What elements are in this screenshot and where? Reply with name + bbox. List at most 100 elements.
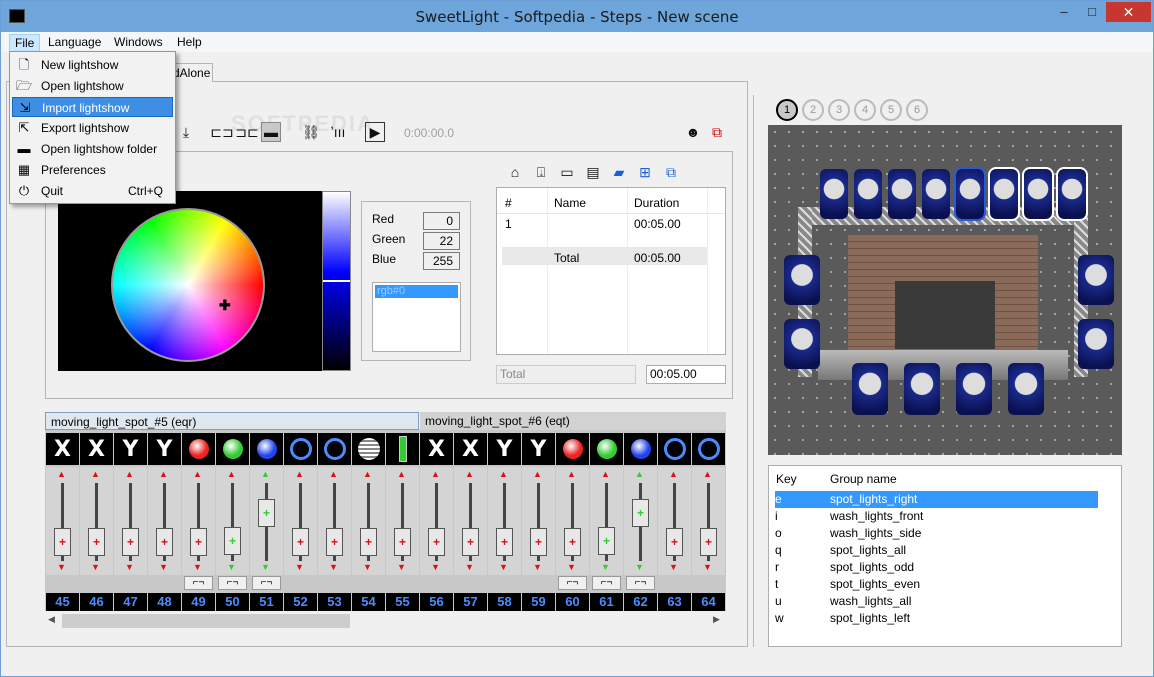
menu-item-export-lightshow[interactable]: ⇱ Export lightshow bbox=[12, 118, 173, 138]
fader-up-icon[interactable]: ▲ bbox=[91, 469, 100, 479]
ring-icon[interactable] bbox=[284, 433, 317, 465]
fader-up-icon[interactable]: ▲ bbox=[261, 469, 270, 479]
menu-item-preferences[interactable]: ▦ Preferences bbox=[12, 160, 173, 180]
fader-down-icon[interactable]: ▼ bbox=[193, 562, 202, 572]
channel-fader[interactable]: ▲ + ▼ bbox=[148, 467, 181, 575]
h-scrollbar[interactable]: ◀ ▶ bbox=[45, 612, 726, 630]
axis-y-icon[interactable]: Y bbox=[488, 433, 521, 465]
minimize-button[interactable]: – bbox=[1050, 2, 1078, 22]
stop-square-icon[interactable]: ▬ bbox=[261, 122, 281, 142]
wash-light-fixture[interactable] bbox=[1078, 255, 1114, 305]
channel-fader[interactable]: ▲ + ▼ bbox=[318, 467, 351, 575]
stage-1-button[interactable]: 1 bbox=[776, 99, 798, 121]
moving-light-spot-fixture[interactable] bbox=[922, 169, 950, 219]
fader-up-icon[interactable]: ▲ bbox=[125, 469, 134, 479]
menu-item-open-lightshow-folder[interactable]: ▬ Open lightshow folder bbox=[12, 139, 173, 159]
fader-handle[interactable]: + bbox=[394, 528, 411, 556]
axis-x-icon[interactable]: X bbox=[46, 433, 79, 465]
fade-curve-icon[interactable]: ⌐¬ bbox=[626, 576, 655, 590]
channel-group-header-6[interactable]: moving_light_spot_#6 (eqt) bbox=[420, 412, 726, 430]
group-row[interactable]: i wash_lights_front bbox=[775, 508, 1098, 525]
fader-handle[interactable]: + bbox=[54, 528, 71, 556]
fader-up-icon[interactable]: ▲ bbox=[397, 469, 406, 479]
menu-item-new-lightshow[interactable]: 🗋 New lightshow bbox=[12, 55, 173, 75]
fader-handle[interactable]: + bbox=[122, 528, 139, 556]
step-num[interactable]: 1 bbox=[505, 217, 512, 231]
fader-up-icon[interactable]: ▲ bbox=[193, 469, 202, 479]
fader-handle[interactable]: + bbox=[700, 528, 717, 556]
channel-fader[interactable]: ▲ + ▼ bbox=[420, 467, 453, 575]
green-value[interactable]: 22 bbox=[423, 232, 460, 250]
fader-up-icon[interactable]: ▲ bbox=[431, 469, 440, 479]
fader-down-icon[interactable]: ▼ bbox=[703, 562, 712, 572]
red-dot-icon[interactable] bbox=[182, 433, 215, 465]
stage-6-button[interactable]: 6 bbox=[906, 99, 928, 121]
blue-value[interactable]: 255 bbox=[423, 252, 460, 270]
crosshair-icon[interactable]: ✚ bbox=[219, 297, 231, 314]
fader-up-icon[interactable]: ▲ bbox=[635, 469, 644, 479]
group-row[interactable]: t spot_lights_even bbox=[775, 576, 1098, 593]
scroll-right-icon[interactable]: ▶ bbox=[713, 614, 720, 625]
group-row[interactable]: u wash_lights_all bbox=[775, 593, 1098, 610]
channel-fader[interactable]: ▲ + ▼ bbox=[352, 467, 385, 575]
channel-fader[interactable]: ▲ + ▼ bbox=[454, 467, 487, 575]
group-row[interactable]: q spot_lights_all bbox=[775, 542, 1098, 559]
channel-fader[interactable]: ▲ + ▼ bbox=[46, 467, 79, 575]
fade-curve-icon[interactable]: ⌐¬ bbox=[252, 576, 281, 590]
fader-down-icon[interactable]: ▼ bbox=[533, 562, 542, 572]
color-wheel[interactable] bbox=[111, 208, 265, 362]
wash-light-fixture[interactable] bbox=[852, 363, 888, 415]
menu-item-quit[interactable]: ⏻ Quit Ctrl+Q bbox=[12, 181, 173, 201]
green-dot-icon[interactable] bbox=[590, 433, 623, 465]
fader-handle[interactable]: + bbox=[360, 528, 377, 556]
split-icon[interactable]: ⊏⊐ bbox=[210, 122, 233, 142]
stage-view[interactable] bbox=[768, 125, 1122, 455]
fader-down-icon[interactable]: ▼ bbox=[363, 562, 372, 572]
channel-fader[interactable]: ▲ + ▼ bbox=[556, 467, 589, 575]
fader-down-icon[interactable]: ▼ bbox=[669, 562, 678, 572]
fader-handle[interactable]: + bbox=[258, 499, 275, 527]
axis-y-icon[interactable]: Y bbox=[114, 433, 147, 465]
duplicate-step-icon[interactable]: ⧉ bbox=[661, 162, 681, 182]
fade-curve-icon[interactable]: ⌐¬ bbox=[592, 576, 621, 590]
fader-handle[interactable]: + bbox=[292, 528, 309, 556]
channel-fader[interactable]: ▲ + ▼ bbox=[216, 467, 249, 575]
menu-help[interactable]: Help bbox=[172, 34, 207, 52]
axis-y-icon[interactable]: Y bbox=[522, 433, 555, 465]
close-button[interactable]: ✕ bbox=[1106, 2, 1151, 22]
gobo-icon[interactable] bbox=[352, 433, 385, 465]
fader-down-icon[interactable]: ▼ bbox=[125, 562, 134, 572]
fader-handle[interactable]: + bbox=[530, 528, 547, 556]
color-list-item[interactable]: rgb#0 bbox=[375, 285, 458, 298]
moving-light-spot-fixture[interactable] bbox=[1022, 167, 1054, 221]
channel-fader[interactable]: ▲ + ▼ bbox=[522, 467, 555, 575]
channel-fader[interactable]: ▲ + ▼ bbox=[80, 467, 113, 575]
fader-down-icon[interactable]: ▼ bbox=[601, 562, 610, 572]
total-duration-field[interactable]: 00:05.00 bbox=[646, 365, 726, 384]
wash-light-fixture[interactable] bbox=[784, 255, 820, 305]
stage-5-button[interactable]: 5 bbox=[880, 99, 902, 121]
menu-item-open-lightshow[interactable]: 🗁 Open lightshow bbox=[12, 76, 173, 96]
group-row[interactable]: r spot_lights_odd bbox=[775, 559, 1098, 576]
wash-light-fixture[interactable] bbox=[956, 363, 992, 415]
channel-fader[interactable]: ▲ + ▼ bbox=[624, 467, 657, 575]
moving-light-spot-fixture[interactable] bbox=[988, 167, 1020, 221]
rotate-icon[interactable] bbox=[318, 433, 351, 465]
channel-fader[interactable]: ▲ + ▼ bbox=[386, 467, 419, 575]
scroll-left-icon[interactable]: ◀ bbox=[48, 614, 55, 625]
fader-handle[interactable]: + bbox=[88, 528, 105, 556]
windows-icon[interactable]: ⧉ bbox=[707, 122, 727, 142]
fader-down-icon[interactable]: ▼ bbox=[567, 562, 576, 572]
channel-fader[interactable]: ▲ + ▼ bbox=[692, 467, 725, 575]
group-row[interactable]: e spot_lights_right bbox=[775, 491, 1098, 508]
fader-up-icon[interactable]: ▲ bbox=[329, 469, 338, 479]
brightness-slider[interactable] bbox=[322, 191, 351, 371]
timeline-icon[interactable]: ʼııı bbox=[328, 122, 348, 142]
channel-fader[interactable]: ▲ + ▼ bbox=[284, 467, 317, 575]
axis-x-icon[interactable]: X bbox=[454, 433, 487, 465]
group-row[interactable]: w spot_lights_left bbox=[775, 610, 1098, 627]
splitter[interactable] bbox=[753, 95, 754, 647]
skull-icon[interactable]: ☻ bbox=[683, 122, 703, 142]
maximize-button[interactable]: □ bbox=[1078, 2, 1106, 22]
fader-down-icon[interactable]: ▼ bbox=[227, 562, 236, 572]
